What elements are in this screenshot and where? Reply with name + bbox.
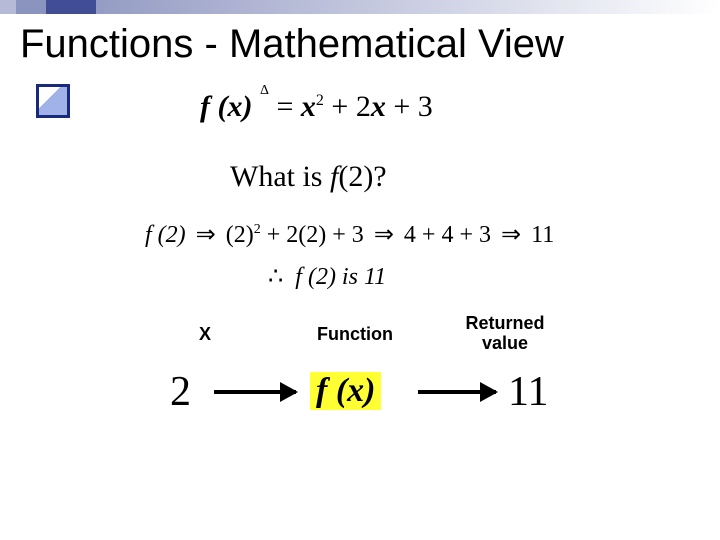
slide-title: Functions - Mathematical View bbox=[20, 22, 564, 67]
header-ribbon bbox=[0, 0, 720, 14]
flow-function-box: f (x) bbox=[310, 372, 381, 410]
bullet-icon bbox=[36, 84, 70, 118]
evaluation-row: f (2) ⇒ (2)2 + 2(2) + 3 ⇒ 4 + 4 + 3 ⇒ 11 bbox=[145, 220, 554, 249]
label-function: Function bbox=[300, 324, 410, 345]
label-x: X bbox=[180, 324, 230, 345]
label-returned-value: Returned value bbox=[450, 314, 560, 354]
therefore-symbol: ∴ bbox=[268, 264, 289, 290]
delta-symbol: Δ bbox=[260, 83, 269, 98]
eval-result: 11 bbox=[531, 222, 554, 248]
eval-lhs: f (2) bbox=[145, 222, 186, 248]
question-text: What is f(2)? bbox=[230, 160, 387, 194]
arrow-icon bbox=[418, 390, 496, 394]
definition-lhs: f (x) bbox=[200, 90, 252, 123]
function-definition: f (x) Δ = x2 + 2x + 3 bbox=[200, 90, 433, 124]
flow-input: 2 bbox=[170, 368, 191, 416]
eval-step2: 4 + 4 + 3 bbox=[404, 222, 491, 248]
conclusion-text: f (2) is 11 bbox=[295, 264, 386, 290]
conclusion-row: ∴ f (2) is 11 bbox=[268, 262, 386, 291]
arrow-icon bbox=[214, 390, 296, 394]
slide: Functions - Mathematical View f (x) Δ = … bbox=[0, 0, 720, 540]
flow-output: 11 bbox=[508, 368, 548, 416]
flow-diagram: 2 f (x) 11 bbox=[0, 368, 720, 428]
